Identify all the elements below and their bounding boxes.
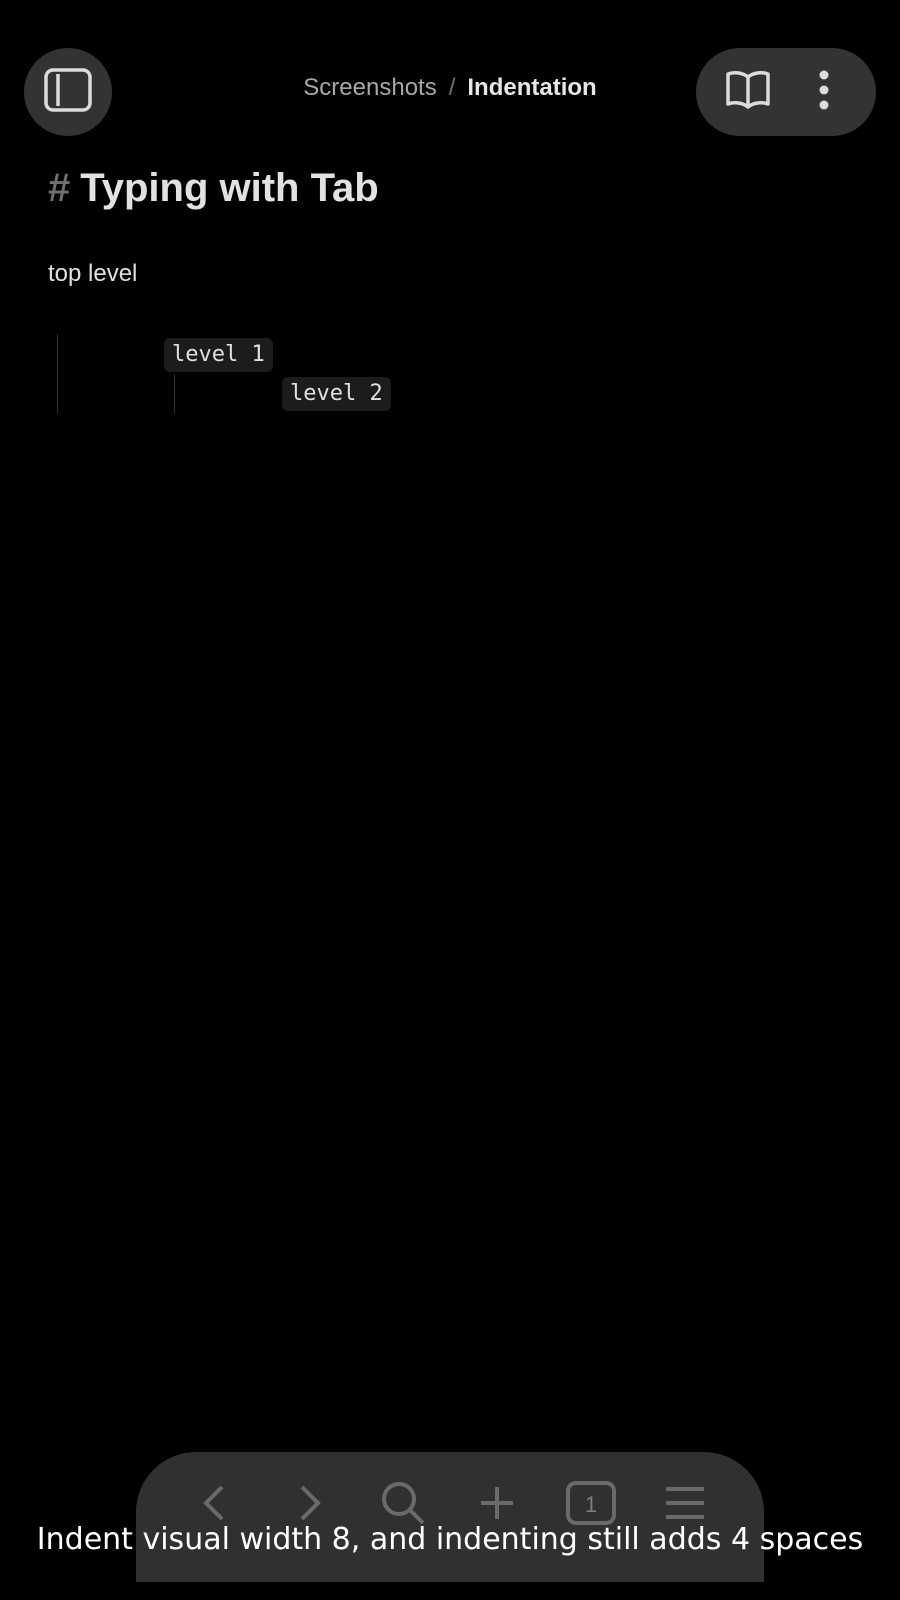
back-icon: [200, 1483, 230, 1528]
document-heading[interactable]: # Typing with Tab: [48, 166, 379, 211]
plus-icon: [477, 1483, 517, 1528]
caption-text: Indent visual width 8, and indenting sti…: [36, 1522, 864, 1557]
heading-marker: #: [48, 166, 71, 210]
forward-icon: [294, 1483, 324, 1528]
menu-icon: [664, 1485, 706, 1526]
indent-guide-2: [174, 374, 175, 414]
reading-mode-button[interactable]: [718, 62, 778, 122]
code-line-level-2[interactable]: level 2: [282, 377, 391, 411]
breadcrumb-parent[interactable]: Screenshots: [303, 74, 436, 102]
breadcrumb-separator: /: [448, 74, 456, 101]
top-actions-pill: [696, 48, 876, 136]
breadcrumb-current[interactable]: Indentation: [467, 74, 596, 102]
heading-text: Typing with Tab: [80, 166, 379, 210]
code-line-level-1[interactable]: level 1: [164, 338, 273, 372]
more-vertical-icon: [818, 70, 830, 115]
indent-guide-1: [57, 334, 58, 414]
book-icon: [725, 69, 771, 116]
more-options-button[interactable]: [794, 62, 854, 122]
paragraph-top-level[interactable]: top level: [48, 260, 137, 288]
app-screen: Screenshots / Indentation # Typing with …: [0, 0, 900, 1600]
